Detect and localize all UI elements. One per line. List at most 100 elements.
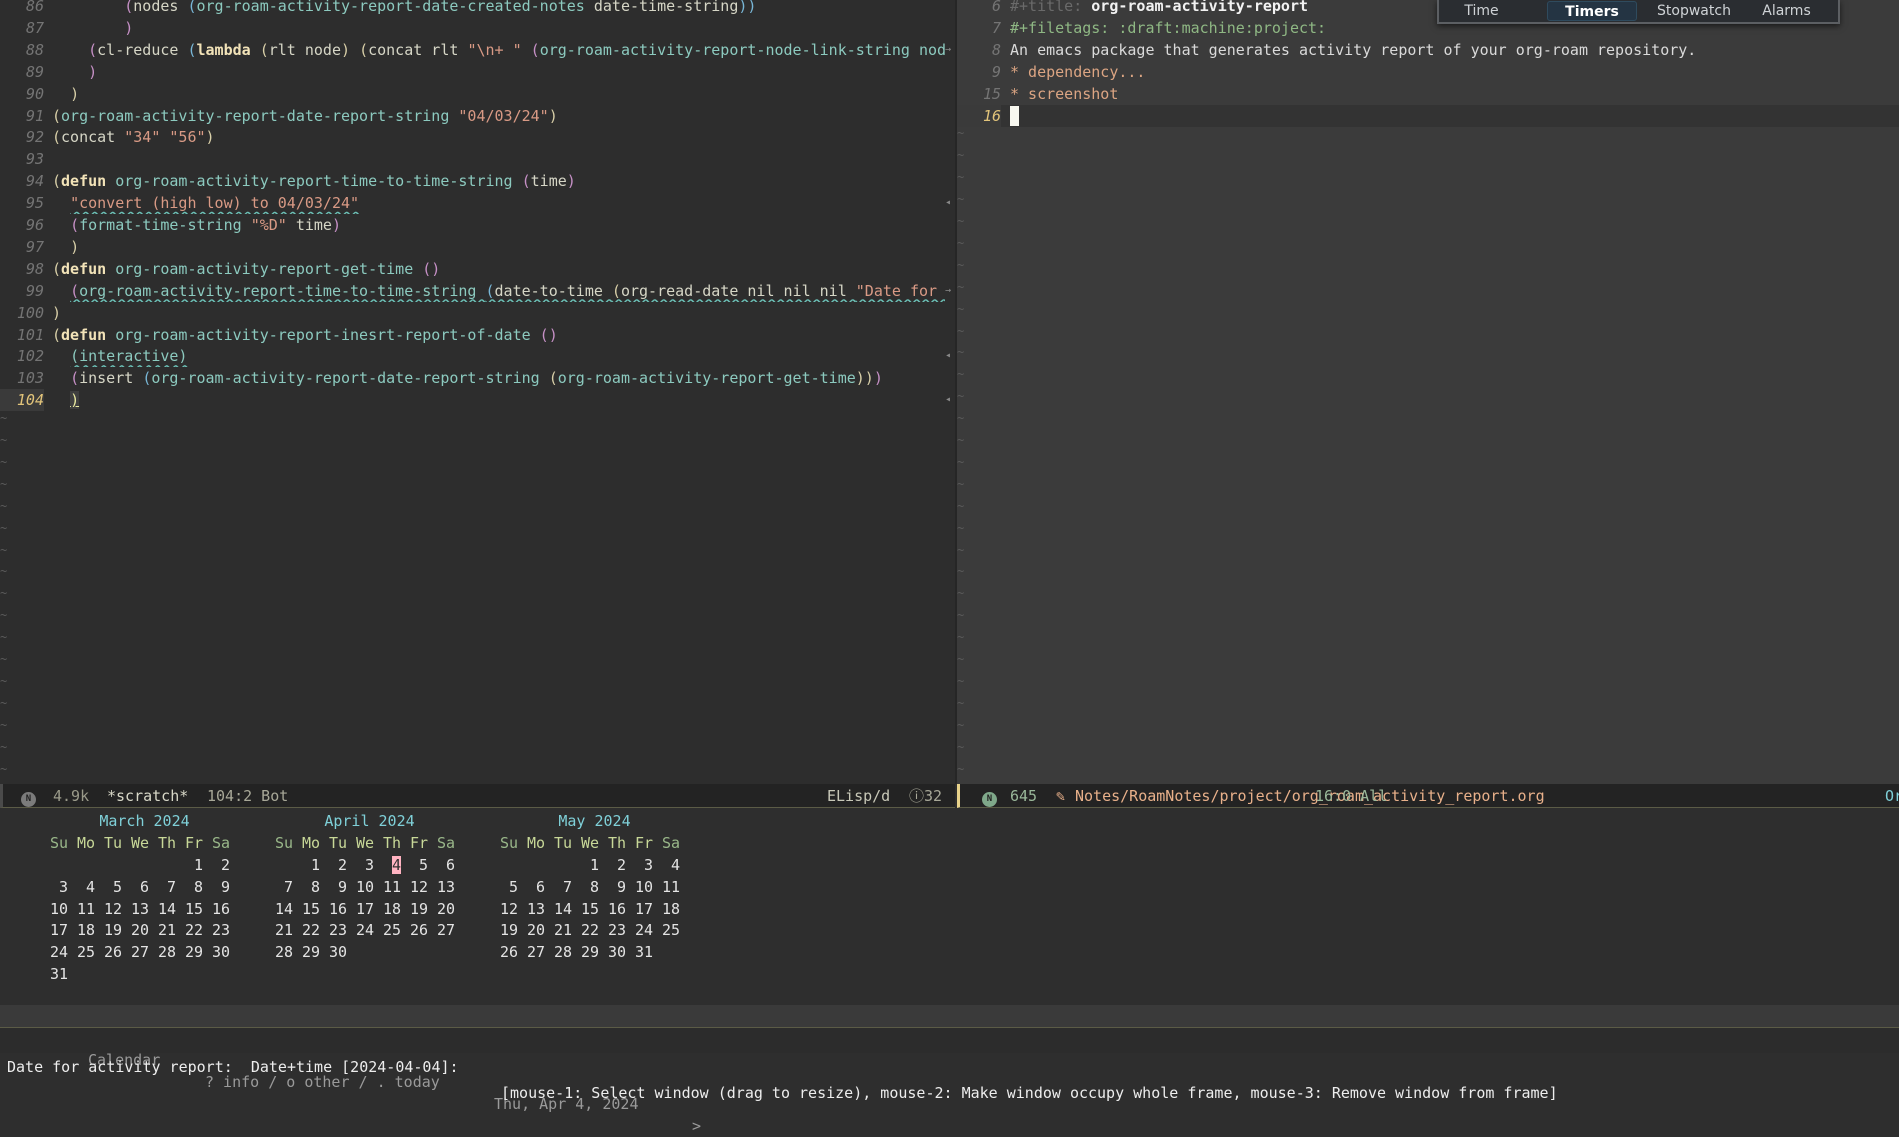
calendar-day-cell[interactable]: 29 [581, 941, 608, 963]
calendar-day[interactable]: 16 [608, 900, 626, 918]
calendar-day[interactable]: 22 [581, 921, 599, 939]
calendar-day[interactable]: 10 [356, 878, 374, 896]
calendar-day-cell[interactable]: 1 [302, 854, 329, 876]
line-text[interactable]: (cl-reduce (lambda (rlt node) (concat rl… [52, 39, 945, 61]
calendar-day[interactable]: 7 [284, 878, 293, 896]
calendar-day-cell[interactable]: 2 [608, 854, 635, 876]
calendar-day[interactable]: 23 [608, 921, 626, 939]
calendar-day[interactable]: 29 [581, 943, 599, 961]
calendar-day-cell[interactable]: 12 [104, 898, 131, 920]
calendar-day[interactable]: 19 [104, 921, 122, 939]
calendar-day-cell[interactable]: 11 [383, 876, 410, 898]
calendar-day[interactable]: 22 [302, 921, 320, 939]
calendar-day-cell[interactable]: 7 [554, 876, 581, 898]
calendar-day[interactable]: 9 [617, 878, 626, 896]
next-month-button[interactable]: > [692, 1115, 701, 1137]
calendar-day[interactable]: 30 [212, 943, 230, 961]
calendar-day[interactable]: 23 [329, 921, 347, 939]
calendar-day[interactable]: 20 [527, 921, 545, 939]
calendar-day[interactable]: 13 [131, 900, 149, 918]
calendar-day[interactable]: 25 [383, 921, 401, 939]
calendar-day[interactable]: 18 [383, 900, 401, 918]
calendar-day-cell[interactable]: 19 [104, 919, 131, 941]
calendar-day-cell[interactable]: 19 [500, 919, 527, 941]
calendar-day-cell[interactable]: 2 [329, 854, 356, 876]
calendar-day[interactable]: 25 [662, 921, 680, 939]
calendar-day-cell[interactable]: 6 [131, 876, 158, 898]
calendar-day-cell[interactable]: 12 [410, 876, 437, 898]
calendar-day-cell[interactable]: 27 [527, 941, 554, 963]
calendar-day-cell[interactable]: 25 [383, 919, 410, 941]
calendar-day[interactable]: 6 [446, 856, 455, 874]
calendar-day[interactable]: 4 [86, 878, 95, 896]
calendar-day[interactable]: 30 [608, 943, 626, 961]
calendar-day[interactable]: 17 [356, 900, 374, 918]
calendar-day[interactable]: 21 [554, 921, 572, 939]
calendar-day-cell[interactable]: 30 [212, 941, 239, 963]
calendar-day-cell[interactable]: 22 [581, 919, 608, 941]
calendar-day[interactable]: 8 [194, 878, 203, 896]
calendar-day[interactable]: 20 [437, 900, 455, 918]
calendar-day[interactable]: 24 [50, 943, 68, 961]
calendar-day[interactable]: 12 [104, 900, 122, 918]
calendar-day[interactable]: 27 [527, 943, 545, 961]
calendar-day[interactable]: 13 [527, 900, 545, 918]
calendar-day-cell[interactable]: 5 [104, 876, 131, 898]
line-text[interactable]: ) [52, 61, 945, 83]
calendar-day-cell[interactable]: 22 [302, 919, 329, 941]
calendar-day[interactable]: 26 [104, 943, 122, 961]
calendar-day[interactable]: 7 [563, 878, 572, 896]
calendar-day-cell[interactable]: 11 [77, 898, 104, 920]
calendar-day[interactable]: 4 [392, 856, 402, 874]
calendar-day[interactable]: 3 [59, 878, 68, 896]
calendar-day[interactable]: 16 [212, 900, 230, 918]
calendar-day-cell[interactable]: 10 [50, 898, 77, 920]
calendar-day[interactable]: 13 [437, 878, 455, 896]
calendar-day[interactable]: 21 [275, 921, 293, 939]
minibuffer-prompt[interactable]: Date for activity report: Date+time [202… [7, 1054, 459, 1080]
buffer-name[interactable]: *scratch* [107, 784, 188, 808]
calendar-day-cell[interactable]: 9 [329, 876, 356, 898]
calendar-day[interactable]: 11 [662, 878, 680, 896]
calendar-day[interactable]: 12 [500, 900, 518, 918]
calendar-day[interactable]: 28 [158, 943, 176, 961]
calendar-day-cell[interactable]: 16 [329, 898, 356, 920]
calendar-day-cell[interactable]: 27 [131, 941, 158, 963]
calendar-day-cell[interactable]: 21 [158, 919, 185, 941]
calendar-day-cell[interactable]: 28 [158, 941, 185, 963]
calendar-day-cell[interactable]: 18 [383, 898, 410, 920]
line-text[interactable]: (org-roam-activity-report-date-report-st… [52, 105, 945, 127]
line-text[interactable]: (interactive) [52, 345, 945, 367]
calendar-day-cell[interactable]: 17 [50, 919, 77, 941]
calendar-day[interactable]: 1 [194, 856, 203, 874]
calendar-day[interactable]: 19 [500, 921, 518, 939]
major-mode[interactable]: ELisp/d [827, 784, 890, 808]
calendar-day-cell[interactable]: 5 [500, 876, 527, 898]
calendar-day[interactable]: 7 [167, 878, 176, 896]
calendar-day[interactable]: 24 [356, 921, 374, 939]
calendar-day[interactable]: 1 [311, 856, 320, 874]
line-text[interactable]: "convert (high low) to 04/03/24" [52, 192, 945, 214]
calendar-day[interactable]: 15 [302, 900, 320, 918]
calendar-day[interactable]: 1 [590, 856, 599, 874]
calendar-day-cell[interactable]: 27 [437, 919, 464, 941]
calendar-day-cell[interactable]: 21 [554, 919, 581, 941]
calendar-day-cell[interactable]: 28 [275, 941, 302, 963]
calendar-day-cell[interactable]: 24 [635, 919, 662, 941]
calendar-day-cell[interactable]: 16 [608, 898, 635, 920]
calendar-day[interactable]: 12 [410, 878, 428, 896]
calendar-day-cell[interactable]: 26 [410, 919, 437, 941]
calendar-day-cell[interactable]: 11 [662, 876, 689, 898]
calendar-day[interactable]: 10 [635, 878, 653, 896]
calendar-day[interactable]: 14 [158, 900, 176, 918]
line-text[interactable]: (format-time-string "%D" time) [52, 214, 945, 236]
calendar-day-cell[interactable]: 26 [500, 941, 527, 963]
calendar-day[interactable]: 29 [185, 943, 203, 961]
calendar-day[interactable]: 8 [311, 878, 320, 896]
calendar-day-cell[interactable]: 20 [437, 898, 464, 920]
calendar-day-cell[interactable]: 29 [185, 941, 212, 963]
calendar-day[interactable]: 14 [275, 900, 293, 918]
scratch-buffer-window[interactable]: 86 (nodes (org-roam-activity-report-date… [0, 0, 955, 784]
calendar-day[interactable]: 15 [581, 900, 599, 918]
line-text[interactable]: (defun org-roam-activity-report-time-to-… [52, 170, 945, 192]
